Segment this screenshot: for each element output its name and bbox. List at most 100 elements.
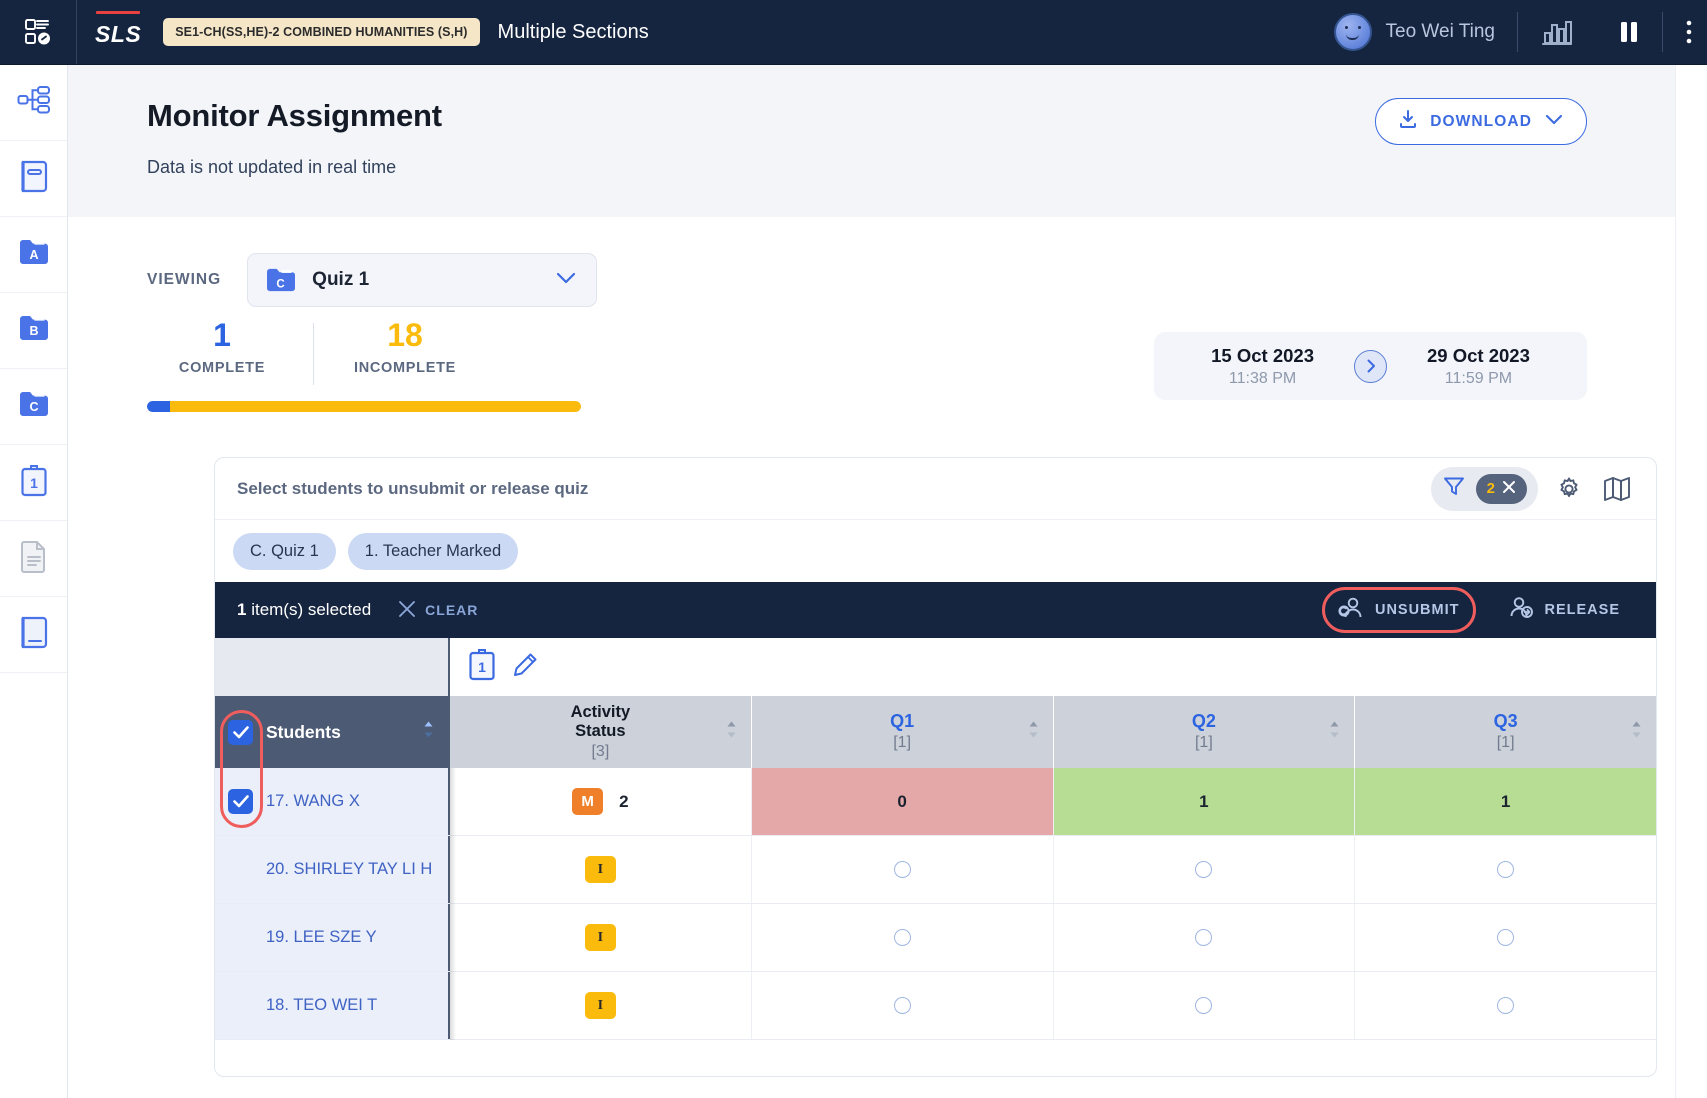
page-subtitle: Data is not updated in real time — [147, 157, 396, 178]
question-score-cell-q3[interactable]: 1 — [1355, 768, 1656, 835]
release-button[interactable]: RELEASE — [1494, 587, 1635, 633]
table-row[interactable]: 19. LEE SZE Y I — [215, 904, 1656, 972]
question-score-cell-q3[interactable] — [1355, 836, 1656, 903]
empty-score-circle-icon — [1497, 929, 1514, 946]
students-table: 1 — [215, 638, 1656, 1040]
viewing-select[interactable]: C Quiz 1 — [247, 253, 597, 307]
section-title: Multiple Sections — [498, 21, 649, 44]
col-title-line1: Q1 — [890, 711, 914, 732]
more-vertical-icon[interactable] — [1685, 18, 1693, 46]
filter-icon[interactable] — [1442, 474, 1466, 503]
pause-icon[interactable] — [1618, 19, 1640, 45]
viewing-label: VIEWING — [147, 271, 221, 289]
close-icon[interactable] — [1502, 480, 1516, 498]
question-score-cell-q2[interactable]: 1 — [1054, 768, 1356, 835]
complete-label: COMPLETE — [147, 360, 297, 376]
question-score-cell-q1[interactable] — [752, 836, 1054, 903]
student-cell[interactable]: 19. LEE SZE Y — [215, 904, 450, 971]
page-scrollbar[interactable] — [1675, 65, 1707, 1098]
question-score-cell-q2[interactable] — [1054, 972, 1356, 1039]
folder-c-icon: C — [18, 389, 50, 424]
question-score-cell-q3[interactable] — [1355, 972, 1656, 1039]
analytics-icon[interactable] — [1540, 17, 1574, 47]
sidebar-item-folder-c[interactable]: C — [0, 369, 67, 445]
gear-icon[interactable] — [1552, 472, 1586, 506]
clear-selection-button[interactable]: CLEAR — [397, 599, 478, 622]
table-row[interactable]: 18. TEO WEI TI — [215, 972, 1656, 1040]
col-title-line2: Status — [571, 722, 631, 741]
table-header-activity-status: Activity Status [3] — [450, 696, 752, 768]
filter-group[interactable]: 2 — [1431, 467, 1538, 511]
status-badge-incomplete: I — [585, 856, 616, 883]
select-all-checkbox[interactable] — [228, 720, 253, 745]
question-score-cell-q2[interactable] — [1054, 836, 1356, 903]
student-name[interactable]: 18. TEO WEI T — [266, 996, 377, 1015]
date-range-arrow-icon[interactable] — [1354, 350, 1387, 383]
svg-text:1: 1 — [478, 659, 486, 675]
sidebar-item-notebook[interactable] — [0, 141, 67, 217]
incomplete-value: 18 — [330, 319, 480, 353]
student-cell[interactable]: 17. WANG X — [215, 768, 450, 835]
activity-status-cell: I — [450, 904, 752, 971]
col-count: [1] — [1192, 734, 1216, 752]
question-score-cell-q1[interactable] — [752, 904, 1054, 971]
table-row[interactable]: 17. WANG XM2011 — [215, 768, 1656, 836]
student-name[interactable]: 20. SHIRLEY TAY LI H — [266, 860, 432, 879]
sort-students-icon[interactable] — [423, 720, 434, 745]
unsubmit-button[interactable]: UNSUBMIT — [1322, 587, 1476, 633]
student-name[interactable]: 17. WANG X — [266, 792, 360, 811]
sort-activity-status-icon[interactable] — [726, 720, 737, 745]
complete-value: 1 — [147, 319, 297, 353]
end-time: 11:59 PM — [1427, 370, 1530, 388]
sidebar-item-book[interactable] — [0, 597, 67, 673]
edit-pencil-icon[interactable] — [512, 652, 538, 683]
selection-count-text: item(s) selected — [246, 600, 371, 619]
map-icon[interactable] — [1600, 472, 1634, 506]
sidebar-item-sitemap[interactable] — [0, 65, 67, 141]
release-user-icon — [1508, 596, 1534, 624]
col-title-line1: Q3 — [1494, 711, 1518, 732]
student-cell[interactable]: 18. TEO WEI T — [215, 972, 450, 1039]
sort-q1-icon[interactable] — [1028, 720, 1039, 745]
table-header-q3: Q3 [1] — [1355, 696, 1656, 768]
question-score-cell-q1[interactable] — [752, 972, 1054, 1039]
students-column-label: Students — [266, 722, 341, 743]
question-score-cell-q3[interactable] — [1355, 904, 1656, 971]
svg-text:C: C — [277, 278, 286, 290]
menu-icon[interactable] — [18, 12, 58, 52]
sidebar-item-clipboard-1[interactable]: 1 — [0, 445, 67, 521]
start-time: 11:38 PM — [1211, 370, 1314, 388]
empty-score-circle-icon — [1497, 997, 1514, 1014]
chevron-down-icon — [1544, 112, 1564, 131]
header-divider — [76, 0, 77, 64]
student-cell[interactable]: 20. SHIRLEY TAY LI H — [215, 836, 450, 903]
sort-q2-icon[interactable] — [1329, 720, 1340, 745]
question-score-cell-q1[interactable]: 0 — [752, 768, 1054, 835]
download-button-label: DOWNLOAD — [1430, 113, 1532, 131]
question-score-cell-q2[interactable] — [1054, 904, 1356, 971]
progress-complete-segment — [147, 401, 170, 412]
avatar[interactable] — [1334, 13, 1372, 51]
card-title: Select students to unsubmit or release q… — [237, 479, 588, 499]
table-body: 17. WANG XM201120. SHIRLEY TAY LI HI19. … — [215, 768, 1656, 1040]
selection-actions: UNSUBMIT RELEASE — [1322, 587, 1634, 633]
student-name[interactable]: 19. LEE SZE Y — [266, 928, 377, 947]
sidebar-item-folder-b[interactable]: B — [0, 293, 67, 369]
filter-count-value: 2 — [1487, 480, 1495, 497]
sort-q3-icon[interactable] — [1631, 720, 1642, 745]
download-button[interactable]: DOWNLOAD — [1375, 98, 1587, 145]
row-checkbox[interactable] — [228, 789, 253, 814]
table-header-students: Students — [215, 696, 450, 768]
score-value: 0 — [897, 792, 906, 812]
filter-count-badge[interactable]: 2 — [1476, 474, 1527, 504]
score-value: 1 — [1501, 792, 1510, 812]
selection-count: 1 item(s) selected — [237, 600, 371, 620]
filter-chip[interactable]: C. Quiz 1 — [233, 533, 336, 570]
clipboard-1-icon: 1 — [20, 464, 48, 502]
table-row[interactable]: 20. SHIRLEY TAY LI H I — [215, 836, 1656, 904]
clipboard-1-icon[interactable]: 1 — [468, 648, 496, 686]
sidebar-item-folder-a[interactable]: A — [0, 217, 67, 293]
user-name: Teo Wei Ting — [1386, 21, 1495, 43]
filter-chip[interactable]: 1. Teacher Marked — [348, 533, 518, 570]
sidebar-item-document[interactable] — [0, 521, 67, 597]
